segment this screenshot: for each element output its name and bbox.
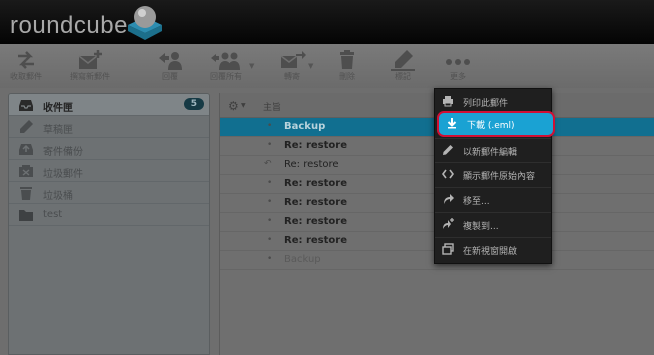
pencil-edit-icon [443, 145, 453, 155]
junk-icon [19, 165, 33, 177]
unread-dot-icon: • [267, 254, 273, 264]
download-arrow-icon [447, 118, 457, 129]
folder-junk-label: 垃圾郵件 [43, 169, 83, 180]
unread-dot-icon: • [267, 235, 273, 245]
message-subject: Re: restore [284, 178, 347, 189]
toolbar: 收取郵件 撰寫新郵件 回覆 回覆所有 ▼ 轉寄 ▼ 刪除 標記 更多 [0, 44, 654, 88]
menu-item-move-label: 移至... [463, 197, 490, 207]
folder-inbox-label: 收件匣 [43, 103, 73, 114]
folder-test-label: test [43, 209, 63, 220]
forward-label: 轉寄 [284, 72, 300, 81]
reply-button[interactable]: 回覆 [150, 48, 190, 86]
message-subject: Re: restore [284, 216, 347, 227]
envelope-plus-icon [78, 50, 102, 69]
delete-label: 刪除 [339, 72, 355, 81]
copy-plus-icon [443, 218, 454, 229]
inbox-icon [19, 100, 33, 111]
menu-item-new-window-label: 在新視窗開啟 [463, 247, 518, 257]
more-dots-icon [446, 59, 470, 65]
list-options-dropdown-icon[interactable]: ▼ [241, 102, 246, 109]
trash-icon [20, 187, 32, 200]
forward-envelope-icon [280, 51, 306, 68]
folder-list: 收件匣 5 草稿匣 寄件備份 垃圾郵件 垃圾桶 test [8, 93, 210, 355]
menu-item-source-label: 顯示郵件原始內容 [463, 172, 536, 182]
reply-person-icon [159, 52, 182, 70]
forward-button[interactable]: 轉寄 ▼ [268, 48, 316, 86]
message-subject: Re: restore [284, 140, 347, 151]
menu-item-print[interactable]: 列印此郵件 [435, 90, 551, 113]
menu-item-edit-label: 以新郵件編輯 [463, 148, 518, 158]
unread-dot-icon: • [267, 216, 273, 226]
menu-item-print-label: 列印此郵件 [463, 99, 509, 109]
roundcube-logo-icon [128, 6, 162, 40]
menu-item-move-to[interactable]: 移至... [435, 188, 551, 211]
menu-item-download-eml[interactable]: 下載 (.eml) [437, 111, 555, 137]
unread-dot-icon: • [267, 121, 273, 131]
refresh-arrows-icon [18, 51, 34, 69]
folder-test[interactable]: test [9, 204, 209, 226]
mark-button[interactable]: 標記 [383, 48, 423, 86]
list-options-gear-icon[interactable]: ⚙ [228, 99, 239, 113]
menu-item-download-label: 下載 (.eml) [467, 121, 515, 131]
unread-count-badge: 5 [183, 98, 204, 110]
folder-trash-label: 垃圾桶 [43, 191, 73, 202]
unread-dot-icon: • [267, 140, 273, 150]
more-button[interactable]: 更多 [440, 48, 476, 86]
delete-button[interactable]: 刪除 [330, 48, 364, 86]
trash-icon [340, 50, 354, 69]
folder-sent-label: 寄件備份 [43, 147, 83, 158]
new-window-icon [442, 243, 454, 255]
more-actions-menu: 列印此郵件 下載 (.eml) 以新郵件編輯 顯示郵件原始內容 移至... 複製… [434, 88, 555, 264]
message-subject: Re: restore [284, 197, 347, 208]
reply-all-persons-icon [211, 52, 240, 70]
folder-drafts[interactable]: 草稿匣 [9, 116, 209, 138]
more-label: 更多 [450, 72, 466, 81]
get-mail-button[interactable]: 收取郵件 [2, 48, 50, 86]
compose-button[interactable]: 撰寫新郵件 [62, 48, 118, 86]
message-subject: Re: restore [284, 159, 339, 170]
folder-sent[interactable]: 寄件備份 [9, 138, 209, 160]
menu-item-edit-as-new[interactable]: 以新郵件編輯 [435, 139, 551, 162]
move-arrow-icon [444, 194, 454, 204]
menu-item-copy-to[interactable]: 複製到... [435, 213, 551, 236]
unread-dot-icon: • [267, 178, 273, 188]
sent-icon [19, 144, 33, 155]
replied-arrow-icon: ↶ [264, 159, 272, 169]
app-header: roundcube [0, 0, 654, 44]
reply-all-dropdown-icon[interactable]: ▼ [249, 62, 254, 70]
app-logo: roundcube [10, 12, 128, 39]
code-brackets-icon [442, 169, 454, 179]
folder-icon [19, 210, 33, 221]
menu-item-copy-label: 複製到... [463, 222, 499, 232]
pencil-icon [20, 120, 33, 133]
reply-all-label: 回覆所有 [210, 72, 242, 81]
unread-dot-icon: • [267, 197, 273, 207]
print-icon [443, 96, 453, 107]
compose-label: 撰寫新郵件 [70, 72, 110, 81]
reply-label: 回覆 [162, 72, 178, 81]
message-subject: Backup [284, 121, 326, 132]
menu-item-open-new-window[interactable]: 在新視窗開啟 [435, 238, 551, 261]
reply-all-button[interactable]: 回覆所有 ▼ [197, 48, 255, 86]
folder-drafts-label: 草稿匣 [43, 125, 73, 136]
message-subject: Backup [284, 254, 321, 265]
folder-inbox[interactable]: 收件匣 5 [9, 94, 209, 116]
column-subject-header[interactable]: 主旨 [263, 100, 281, 113]
pen-mark-icon [391, 50, 415, 71]
forward-dropdown-icon[interactable]: ▼ [308, 62, 313, 70]
message-subject: Re: restore [284, 235, 347, 246]
folder-trash[interactable]: 垃圾桶 [9, 182, 209, 204]
folder-junk[interactable]: 垃圾郵件 [9, 160, 209, 182]
mark-label: 標記 [395, 72, 411, 81]
get-mail-label: 收取郵件 [10, 72, 42, 81]
menu-item-view-source[interactable]: 顯示郵件原始內容 [435, 163, 551, 186]
